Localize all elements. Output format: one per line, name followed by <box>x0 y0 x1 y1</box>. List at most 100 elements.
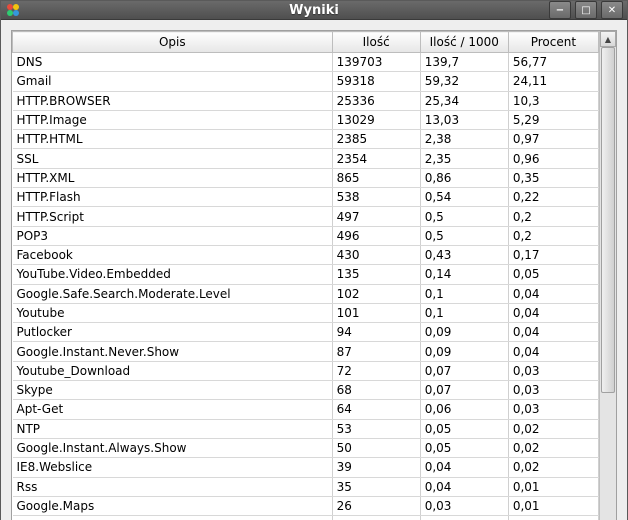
cell-ilosc1000: 0,5 <box>420 207 508 226</box>
results-table-container: Opis Ilość Ilość / 1000 Procent DNS13970… <box>11 30 617 520</box>
table-row[interactable]: DNS139703139,756,77 <box>13 53 599 72</box>
table-row[interactable]: Google.Instant.Never.Show870,090,04 <box>13 342 599 361</box>
table-row[interactable]: Gmail5931859,3224,11 <box>13 72 599 91</box>
cell-procent: 0,01 <box>508 516 598 520</box>
cell-ilosc: 139703 <box>332 53 420 72</box>
cell-ilosc: 72 <box>332 361 420 380</box>
cell-procent: 0,2 <box>508 226 598 245</box>
table-row[interactable]: SSL23542,350,96 <box>13 149 599 168</box>
table-row[interactable]: Youtube1010,10,04 <box>13 303 599 322</box>
cell-opis: HTTP.XML <box>13 168 333 187</box>
cell-opis: Google.Instant.Always.Show <box>13 438 333 457</box>
scroll-track[interactable] <box>600 47 616 520</box>
table-row[interactable]: HTTP.Flash5380,540,22 <box>13 188 599 207</box>
cell-opis: Youtube_Download <box>13 361 333 380</box>
header-ilosc1000[interactable]: Ilość / 1000 <box>420 32 508 53</box>
table-row[interactable]: HTTP.BROWSER2533625,3410,3 <box>13 91 599 110</box>
cell-ilosc: 64 <box>332 400 420 419</box>
cell-ilosc: 101 <box>332 303 420 322</box>
header-ilosc[interactable]: Ilość <box>332 32 420 53</box>
cell-procent: 0,96 <box>508 149 598 168</box>
table-row[interactable]: Google.Safe.Search.Moderate.Level1020,10… <box>13 284 599 303</box>
titlebar[interactable]: Wyniki − □ ✕ <box>1 1 627 20</box>
cell-ilosc1000: 0,5 <box>420 226 508 245</box>
table-row[interactable]: YouTube.Video.Embedded1350,140,05 <box>13 265 599 284</box>
cell-procent: 0,03 <box>508 400 598 419</box>
cell-ilosc1000: 0,07 <box>420 381 508 400</box>
maximize-button[interactable]: □ <box>575 1 597 19</box>
minimize-button[interactable]: − <box>549 1 571 19</box>
cell-ilosc: 94 <box>332 323 420 342</box>
table-row[interactable]: FTP250,020,01 <box>13 516 599 520</box>
cell-opis: Google.Safe.Search.Moderate.Level <box>13 284 333 303</box>
cell-procent: 0,04 <box>508 323 598 342</box>
table-row[interactable]: Apt-Get640,060,03 <box>13 400 599 419</box>
cell-procent: 0,01 <box>508 496 598 515</box>
cell-ilosc1000: 0,02 <box>420 516 508 520</box>
cell-opis: SSL <box>13 149 333 168</box>
results-table: Opis Ilość Ilość / 1000 Procent DNS13970… <box>12 31 599 520</box>
table-row[interactable]: HTTP.Image1302913,035,29 <box>13 110 599 129</box>
cell-ilosc: 39 <box>332 458 420 477</box>
table-row[interactable]: HTTP.Script4970,50,2 <box>13 207 599 226</box>
cell-ilosc: 135 <box>332 265 420 284</box>
table-row[interactable]: Google.Maps260,030,01 <box>13 496 599 515</box>
cell-procent: 0,04 <box>508 342 598 361</box>
cell-ilosc1000: 0,04 <box>420 477 508 496</box>
header-opis[interactable]: Opis <box>13 32 333 53</box>
cell-ilosc1000: 0,1 <box>420 284 508 303</box>
cell-procent: 0,02 <box>508 458 598 477</box>
cell-procent: 0,97 <box>508 130 598 149</box>
cell-ilosc1000: 2,35 <box>420 149 508 168</box>
cell-opis: FTP <box>13 516 333 520</box>
cell-opis: Gmail <box>13 72 333 91</box>
cell-ilosc1000: 25,34 <box>420 91 508 110</box>
header-procent[interactable]: Procent <box>508 32 598 53</box>
cell-opis: Apt-Get <box>13 400 333 419</box>
cell-opis: IE8.Webslice <box>13 458 333 477</box>
table-row[interactable]: IE8.Webslice390,040,02 <box>13 458 599 477</box>
cell-ilosc: 68 <box>332 381 420 400</box>
cell-ilosc: 2354 <box>332 149 420 168</box>
cell-procent: 0,03 <box>508 361 598 380</box>
cell-ilosc: 430 <box>332 245 420 264</box>
cell-opis: HTTP.Image <box>13 110 333 129</box>
cell-procent: 10,3 <box>508 91 598 110</box>
cell-ilosc1000: 0,09 <box>420 342 508 361</box>
cell-ilosc1000: 0,43 <box>420 245 508 264</box>
table-row[interactable]: Facebook4300,430,17 <box>13 245 599 264</box>
table-row[interactable]: HTTP.XML8650,860,35 <box>13 168 599 187</box>
table-scroll-area[interactable]: Opis Ilość Ilość / 1000 Procent DNS13970… <box>12 31 599 520</box>
cell-procent: 0,01 <box>508 477 598 496</box>
table-row[interactable]: Skype680,070,03 <box>13 381 599 400</box>
cell-ilosc1000: 0,86 <box>420 168 508 187</box>
cell-opis: YouTube.Video.Embedded <box>13 265 333 284</box>
table-row[interactable]: Google.Instant.Always.Show500,050,02 <box>13 438 599 457</box>
close-window-button[interactable]: ✕ <box>601 1 623 19</box>
vertical-scrollbar[interactable]: ▲ ▼ <box>599 31 616 520</box>
cell-procent: 0,04 <box>508 303 598 322</box>
cell-opis: POP3 <box>13 226 333 245</box>
cell-ilosc: 2385 <box>332 130 420 149</box>
cell-procent: 0,02 <box>508 419 598 438</box>
window-frame: Wyniki − □ ✕ Opis Ilość Ilość / 1000 <box>0 0 628 520</box>
cell-procent: 24,11 <box>508 72 598 91</box>
table-row[interactable]: HTTP.HTML23852,380,97 <box>13 130 599 149</box>
cell-procent: 5,29 <box>508 110 598 129</box>
cell-ilosc1000: 2,38 <box>420 130 508 149</box>
scroll-up-button[interactable]: ▲ <box>600 31 616 47</box>
cell-opis: HTTP.BROWSER <box>13 91 333 110</box>
cell-ilosc: 102 <box>332 284 420 303</box>
table-row[interactable]: Rss350,040,01 <box>13 477 599 496</box>
table-row[interactable]: Putlocker940,090,04 <box>13 323 599 342</box>
cell-ilosc1000: 139,7 <box>420 53 508 72</box>
cell-ilosc: 25 <box>332 516 420 520</box>
table-row[interactable]: POP34960,50,2 <box>13 226 599 245</box>
cell-opis: HTTP.Script <box>13 207 333 226</box>
scroll-thumb[interactable] <box>601 47 615 393</box>
cell-ilosc: 50 <box>332 438 420 457</box>
table-row[interactable]: Youtube_Download720,070,03 <box>13 361 599 380</box>
app-icon <box>5 2 21 18</box>
table-row[interactable]: NTP530,050,02 <box>13 419 599 438</box>
cell-ilosc: 865 <box>332 168 420 187</box>
